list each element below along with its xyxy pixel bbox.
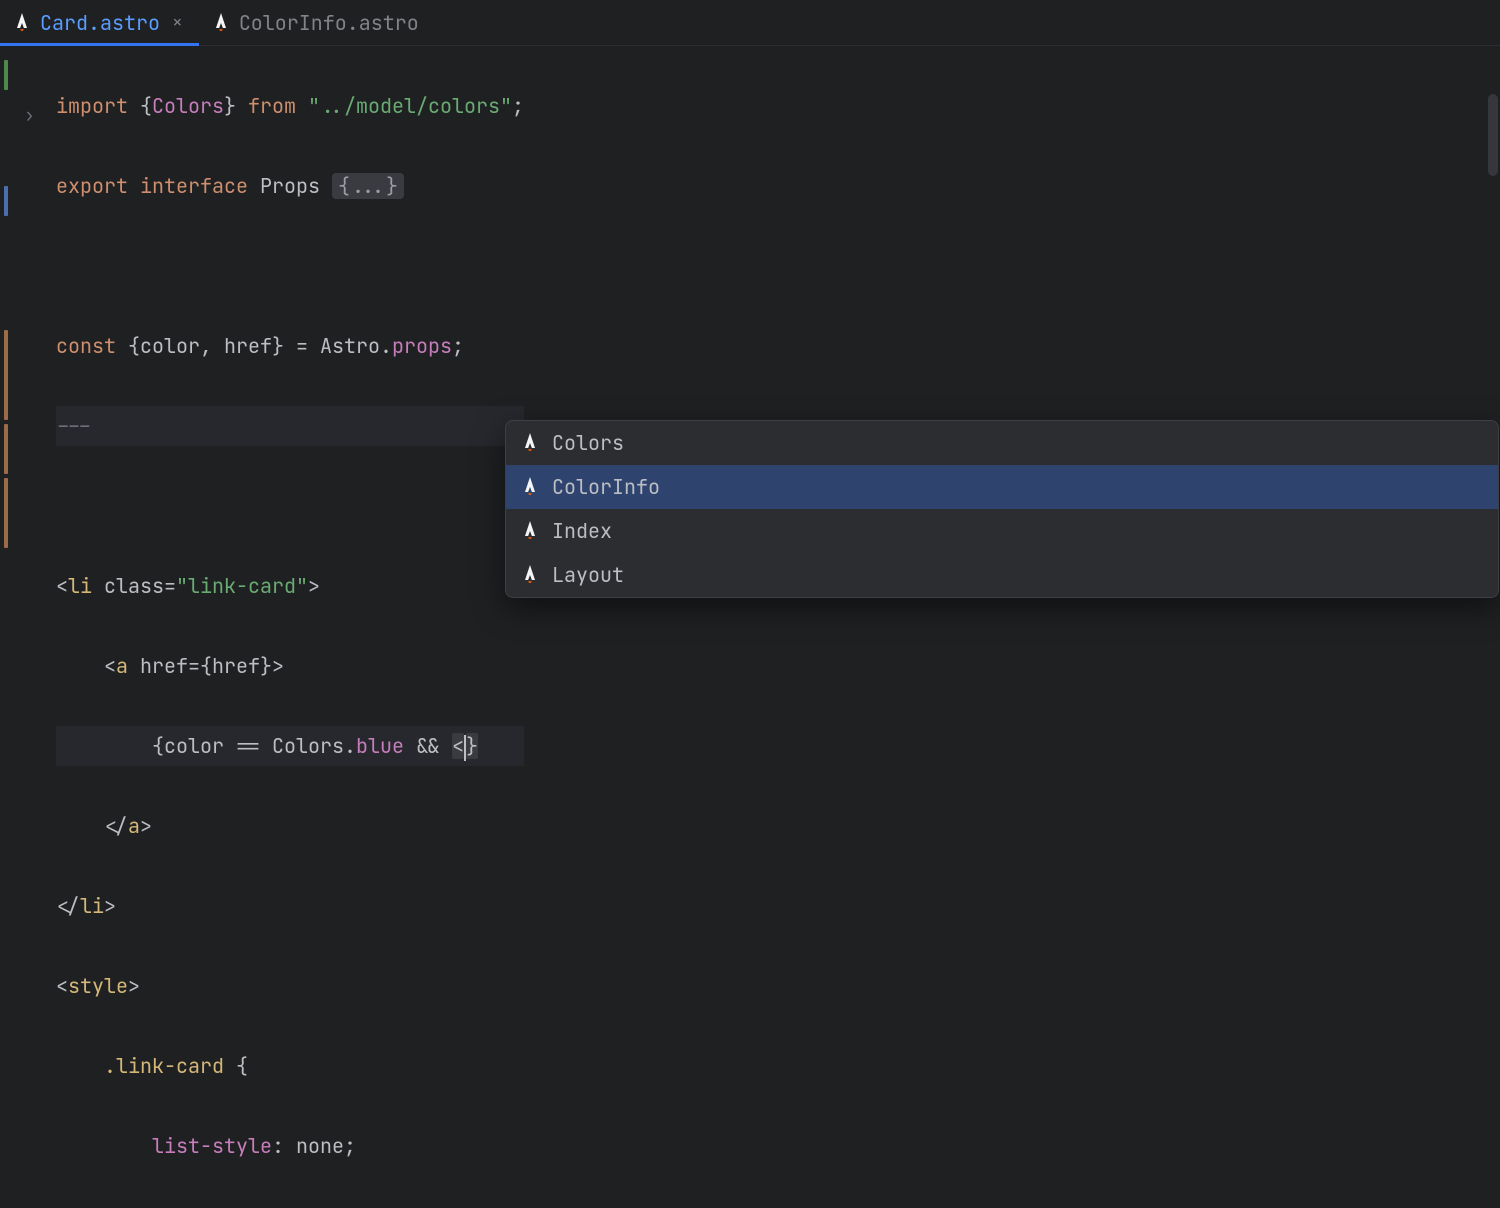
code-line: import {Colors} from "../model/colors"; — [56, 86, 524, 126]
tab-bar: Card.astro × ColorInfo.astro — [0, 0, 1500, 46]
tab-label: ColorInfo.astro — [239, 10, 419, 36]
tab-colorinfo-astro[interactable]: ColorInfo.astro — [199, 0, 433, 45]
code-line: </li> — [56, 886, 524, 926]
scrollbar[interactable] — [1488, 94, 1498, 176]
fold-chevron-icon[interactable]: › — [24, 104, 35, 127]
gutter-stripe — [4, 186, 8, 216]
astro-icon — [14, 13, 30, 33]
tab-label: Card.astro — [40, 10, 160, 36]
autocomplete-popup: Colors ColorInfo Index Layout — [505, 420, 1499, 598]
gutter-stripe — [4, 60, 8, 90]
code-area[interactable]: import {Colors} from "../model/colors"; … — [48, 46, 524, 604]
code-line: <li class="link-card"> — [56, 566, 524, 606]
gutter-stripe — [4, 424, 8, 474]
code-line — [56, 246, 524, 286]
tab-card-astro[interactable]: Card.astro × — [0, 0, 199, 45]
code-line: <a href={href}> — [56, 646, 524, 686]
astro-icon — [522, 521, 538, 541]
completion-item-selected[interactable]: ColorInfo — [506, 465, 1498, 509]
completion-label: ColorInfo — [552, 474, 660, 500]
completion-item[interactable]: Index — [506, 509, 1498, 553]
code-line: list-style: none; — [56, 1126, 524, 1166]
code-line: .link-card { — [56, 1046, 524, 1086]
code-line: </a> — [56, 806, 524, 846]
code-line: --- — [56, 406, 524, 446]
code-line — [56, 486, 524, 526]
gutter: › — [0, 46, 48, 604]
code-line-active: {color == Colors.blue && <} — [56, 726, 524, 766]
astro-icon — [522, 565, 538, 585]
code-line: const {color, href} = Astro.props; — [56, 326, 524, 366]
completion-label: Index — [552, 518, 612, 544]
completion-label: Layout — [552, 562, 624, 588]
completion-item[interactable]: Colors — [506, 421, 1498, 465]
fold-badge[interactable]: {...} — [332, 173, 404, 199]
astro-icon — [522, 477, 538, 497]
code-line: export interface Props {...} — [56, 166, 524, 206]
completion-item[interactable]: Layout — [506, 553, 1498, 597]
astro-icon — [522, 433, 538, 453]
completion-label: Colors — [552, 430, 624, 456]
astro-icon — [213, 13, 229, 33]
gutter-stripe — [4, 330, 8, 420]
close-icon[interactable]: × — [170, 11, 185, 34]
code-line: <style> — [56, 966, 524, 1006]
gutter-stripe — [4, 478, 8, 548]
